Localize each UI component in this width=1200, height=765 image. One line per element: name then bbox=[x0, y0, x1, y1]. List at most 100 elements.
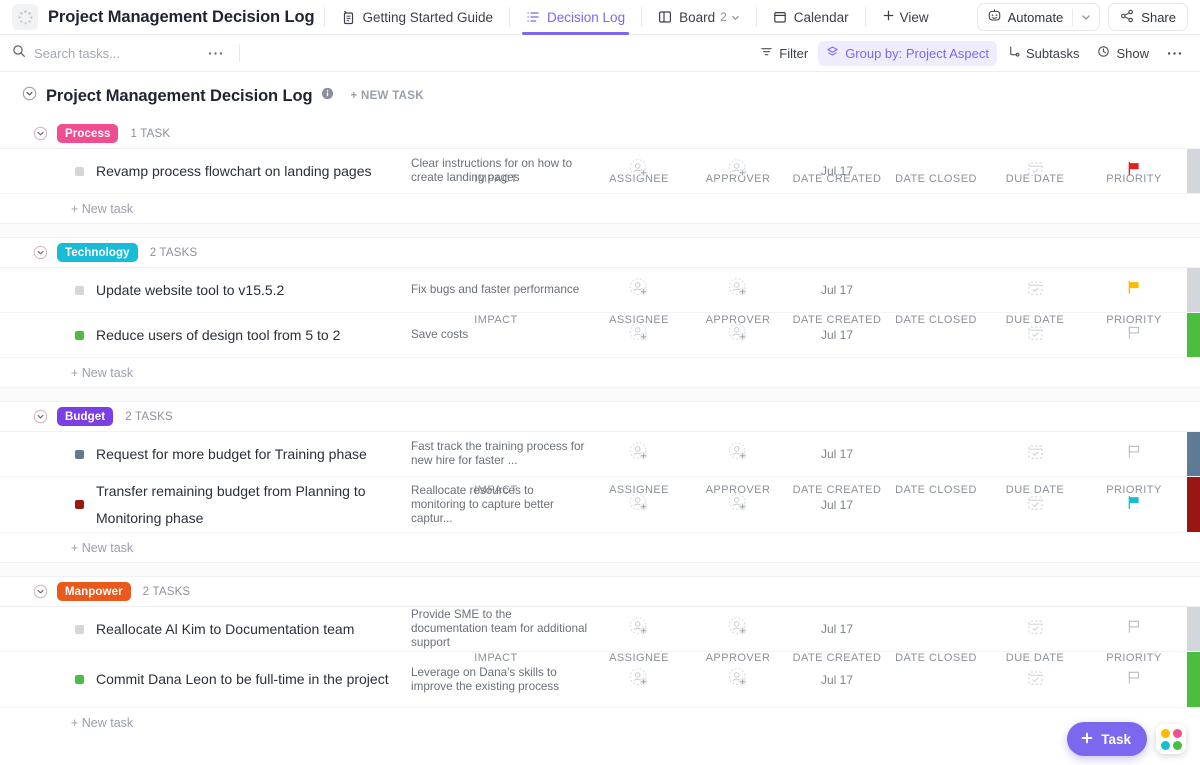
search-input[interactable] bbox=[34, 46, 184, 61]
table-row[interactable]: Transfer remaining budget from Planning … bbox=[0, 477, 1200, 533]
new-task-header-button[interactable]: + NEW TASK bbox=[350, 90, 423, 102]
task-list-scroll-area[interactable]: Process1 TASKIMPACTASSIGNEEAPPROVERDATE … bbox=[0, 119, 1200, 727]
due-date-cell[interactable] bbox=[991, 279, 1079, 301]
group-collapse-toggle[interactable] bbox=[33, 584, 48, 599]
approver-cell[interactable] bbox=[699, 442, 777, 467]
task-status-dot[interactable] bbox=[75, 167, 84, 176]
assignee-cell[interactable] bbox=[600, 492, 678, 517]
group-chip[interactable]: Budget bbox=[57, 407, 113, 426]
approver-add-icon[interactable] bbox=[728, 442, 748, 467]
assignee-cell[interactable] bbox=[600, 442, 678, 467]
task-impact[interactable]: Reallocate resources to monitoring to ca… bbox=[411, 484, 591, 526]
table-row[interactable]: Reallocate Al Kim to Documentation teamP… bbox=[0, 607, 1200, 652]
task-name[interactable]: Reduce users of design tool from 5 to 2 bbox=[96, 322, 396, 349]
assignee-cell[interactable] bbox=[600, 617, 678, 642]
add-view-button[interactable]: View bbox=[876, 0, 935, 35]
due-date-picker-icon[interactable] bbox=[1027, 324, 1044, 346]
search-container[interactable] bbox=[12, 44, 202, 63]
info-icon[interactable] bbox=[321, 87, 334, 105]
task-name[interactable]: Revamp process flowchart on landing page… bbox=[96, 158, 396, 185]
priority-flag-icon[interactable] bbox=[1126, 444, 1142, 465]
approver-cell[interactable] bbox=[699, 667, 777, 692]
priority-flag-icon[interactable] bbox=[1126, 669, 1142, 690]
due-date-picker-icon[interactable] bbox=[1027, 669, 1044, 691]
group-chip[interactable]: Manpower bbox=[57, 582, 131, 601]
priority-flag-icon[interactable] bbox=[1126, 619, 1142, 640]
add-new-task-row[interactable]: + New task bbox=[0, 708, 1200, 727]
due-date-cell[interactable] bbox=[991, 443, 1079, 465]
priority-cell[interactable] bbox=[1089, 669, 1179, 690]
assignee-add-icon[interactable] bbox=[629, 278, 649, 303]
group-collapse-toggle[interactable] bbox=[33, 245, 48, 260]
priority-cell[interactable] bbox=[1089, 325, 1179, 346]
approver-cell[interactable] bbox=[699, 492, 777, 517]
priority-cell[interactable] bbox=[1089, 161, 1179, 182]
assignee-cell[interactable] bbox=[600, 159, 678, 184]
assignee-cell[interactable] bbox=[600, 278, 678, 303]
priority-cell[interactable] bbox=[1089, 494, 1179, 515]
due-date-picker-icon[interactable] bbox=[1027, 443, 1044, 465]
priority-cell[interactable] bbox=[1089, 619, 1179, 640]
toolbar-more-options-button[interactable] bbox=[1159, 41, 1190, 66]
date-created-cell[interactable]: Jul 17 bbox=[787, 283, 887, 297]
approver-add-icon[interactable] bbox=[728, 278, 748, 303]
task-status-dot[interactable] bbox=[75, 450, 84, 459]
share-main[interactable]: Share bbox=[1109, 4, 1187, 30]
priority-flag-icon[interactable] bbox=[1126, 161, 1142, 182]
add-new-task-row[interactable]: + New task bbox=[0, 194, 1200, 224]
add-new-task-row[interactable]: + New task bbox=[0, 358, 1200, 388]
list-collapse-toggle[interactable] bbox=[22, 86, 37, 106]
approver-add-icon[interactable] bbox=[728, 492, 748, 517]
automate-button[interactable]: Automate bbox=[977, 3, 1101, 31]
due-date-picker-icon[interactable] bbox=[1027, 279, 1044, 301]
create-task-button[interactable]: Task bbox=[1067, 722, 1147, 756]
group-chip[interactable]: Process bbox=[57, 124, 118, 143]
due-date-picker-icon[interactable] bbox=[1027, 618, 1044, 640]
priority-flag-icon[interactable] bbox=[1126, 280, 1142, 301]
task-impact[interactable]: Clear instructions for on how to create … bbox=[411, 157, 591, 185]
priority-flag-icon[interactable] bbox=[1126, 494, 1142, 515]
group-by-button[interactable]: Group by: Project Aspect bbox=[818, 41, 997, 66]
task-name[interactable]: Transfer remaining budget from Planning … bbox=[96, 478, 396, 532]
approver-add-icon[interactable] bbox=[728, 617, 748, 642]
task-impact[interactable]: Fast track the training process for new … bbox=[411, 440, 591, 468]
date-created-cell[interactable]: Jul 17 bbox=[787, 328, 887, 342]
table-row[interactable]: Request for more budget for Training pha… bbox=[0, 432, 1200, 477]
group-collapse-toggle[interactable] bbox=[33, 126, 48, 141]
date-created-cell[interactable]: Jul 17 bbox=[787, 164, 887, 178]
table-row[interactable]: Update website tool to v15.5.2 Fix bugs a… bbox=[0, 268, 1200, 313]
assignee-add-icon[interactable] bbox=[629, 492, 649, 517]
due-date-cell[interactable] bbox=[991, 324, 1079, 346]
task-status-dot[interactable] bbox=[75, 625, 84, 634]
priority-cell[interactable] bbox=[1089, 444, 1179, 465]
task-name[interactable]: Request for more budget for Training pha… bbox=[96, 441, 396, 468]
task-impact[interactable]: Provide SME to the documentation team fo… bbox=[411, 608, 591, 650]
priority-flag-icon[interactable] bbox=[1126, 325, 1142, 346]
tab-getting-started-guide[interactable]: Getting Started Guide bbox=[335, 0, 499, 35]
task-status-dot[interactable] bbox=[75, 331, 84, 340]
approver-cell[interactable] bbox=[699, 617, 777, 642]
share-button[interactable]: Share bbox=[1108, 3, 1188, 31]
table-row[interactable]: Reduce users of design tool from 5 to 2S… bbox=[0, 313, 1200, 358]
search-more-options-button[interactable] bbox=[202, 51, 229, 56]
date-created-cell[interactable]: Jul 17 bbox=[787, 447, 887, 461]
task-status-dot[interactable] bbox=[75, 286, 84, 295]
chevron-down-icon[interactable] bbox=[731, 10, 740, 25]
assignee-add-icon[interactable] bbox=[629, 617, 649, 642]
date-created-cell[interactable]: Jul 17 bbox=[787, 498, 887, 512]
due-date-picker-icon[interactable] bbox=[1027, 160, 1044, 182]
approver-cell[interactable] bbox=[699, 278, 777, 303]
task-impact[interactable]: Fix bugs and faster performance bbox=[411, 283, 591, 297]
due-date-cell[interactable] bbox=[991, 669, 1079, 691]
assignee-cell[interactable] bbox=[600, 667, 678, 692]
automate-chevron-down-icon[interactable] bbox=[1073, 4, 1099, 30]
add-new-task-row[interactable]: + New task bbox=[0, 533, 1200, 563]
approver-add-icon[interactable] bbox=[728, 159, 748, 184]
automate-main[interactable]: Automate bbox=[978, 4, 1073, 30]
task-name[interactable]: Update website tool to v15.5.2 bbox=[96, 277, 396, 304]
approver-add-icon[interactable] bbox=[728, 323, 748, 348]
approver-cell[interactable] bbox=[699, 159, 777, 184]
table-row[interactable]: Commit Dana Leon to be full-time in the … bbox=[0, 652, 1200, 708]
approver-cell[interactable] bbox=[699, 323, 777, 348]
assignee-cell[interactable] bbox=[600, 323, 678, 348]
